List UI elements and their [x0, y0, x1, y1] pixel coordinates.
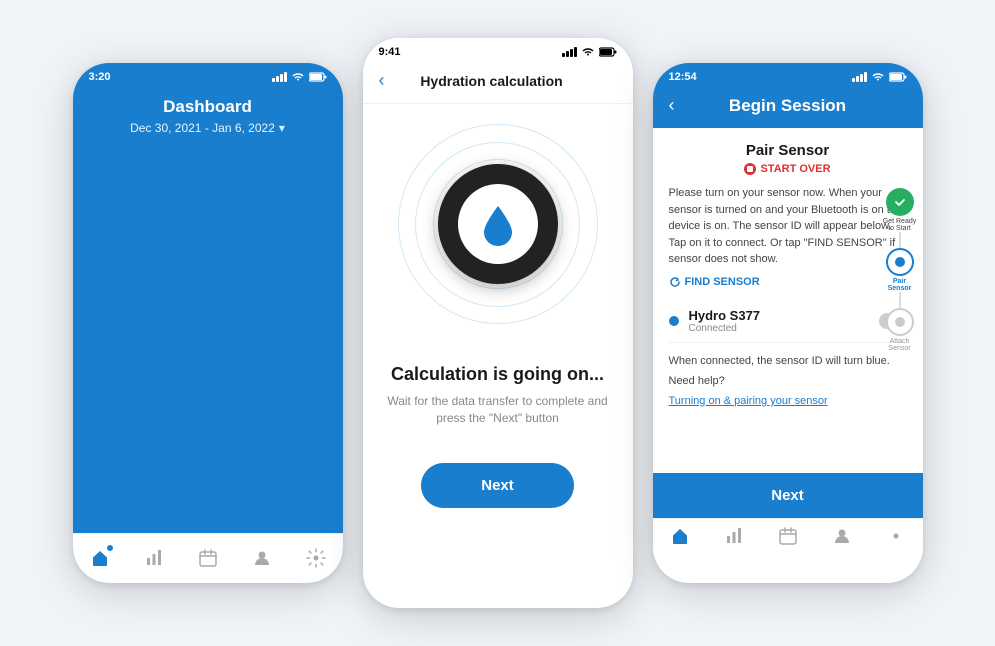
nav-chart-3[interactable]: [724, 526, 744, 551]
signal-icon: [562, 47, 577, 57]
step-line-1: [899, 232, 901, 248]
pair-sensor-title: Pair Sensor: [669, 142, 907, 159]
sensor-dot: [669, 316, 679, 326]
sensor-item[interactable]: Hydro S377 Connected: [669, 300, 907, 343]
dashboard-title: Dashboard: [89, 97, 327, 117]
connected-text: When connected, the sensor ID will turn …: [669, 353, 907, 370]
step-1-get-ready: [886, 188, 914, 216]
status-icons-2: [562, 47, 617, 57]
calculation-text: Calculation is going on... Wait for the …: [363, 364, 633, 447]
nav-person-3[interactable]: [832, 526, 852, 551]
wifi-icon: [291, 72, 305, 82]
watch-animation: [363, 104, 633, 364]
need-help-label: Need help?: [669, 375, 907, 387]
instruction-text: Please turn on your sensor now. When you…: [669, 185, 907, 268]
dashboard-header: Dashboard Dec 30, 2021 - Jan 6, 2022 ▾: [73, 87, 343, 583]
status-bar-3: 12:54: [653, 63, 923, 87]
start-over-text[interactable]: START OVER: [760, 163, 830, 175]
step-2-pair: [886, 248, 914, 276]
chevron-down-icon: ▾: [279, 121, 285, 135]
refresh-icon: [669, 276, 681, 288]
signal-icon: [852, 72, 867, 82]
bottom-nav-3: [653, 518, 923, 562]
step-2-label: Pair Sensor: [881, 278, 919, 292]
next-button-2[interactable]: Next: [421, 463, 574, 508]
phones-container: 3:20 Dashboard: [0, 8, 995, 638]
watch-inner: [458, 184, 538, 264]
time-2: 9:41: [379, 46, 401, 58]
phone-hydration: 9:41 ‹ Hydration calc: [363, 38, 633, 608]
hydration-top-bar: ‹ Hydration calculation: [363, 62, 633, 104]
wifi-icon: [871, 72, 885, 82]
next-button-3[interactable]: Next: [653, 473, 923, 518]
nav-calendar[interactable]: [197, 547, 219, 569]
watch-face: [438, 164, 558, 284]
steps-sidebar: Get Ready to Start Pair Sensor Attach Se…: [881, 188, 919, 352]
date-range[interactable]: Dec 30, 2021 - Jan 6, 2022 ▾: [89, 121, 327, 135]
step-1-label: Get Ready to Start: [881, 218, 919, 232]
begin-session-title: Begin Session: [687, 96, 889, 116]
nav-home-3[interactable]: [670, 526, 690, 551]
sensor-name: Hydro S377: [689, 308, 761, 323]
nav-settings[interactable]: [305, 547, 327, 569]
hydration-title: Hydration calculation: [420, 73, 562, 89]
time-3: 12:54: [669, 71, 697, 83]
nav-calendar-3[interactable]: [778, 526, 798, 551]
stop-icon: [744, 163, 756, 175]
status-icons-3: [852, 72, 907, 82]
water-drop-icon: [480, 202, 516, 246]
sensor-status: Connected: [689, 323, 761, 334]
time-1: 3:20: [89, 71, 111, 83]
battery-icon: [889, 72, 907, 82]
step-3-label: Attach Sensor: [881, 338, 919, 352]
calculation-heading: Calculation is going on...: [383, 364, 613, 385]
nav-chart[interactable]: [143, 547, 165, 569]
calculation-subtext: Wait for the data transfer to complete a…: [383, 393, 613, 427]
start-over-row: START OVER: [669, 163, 907, 175]
back-button-3[interactable]: ‹: [669, 95, 675, 116]
status-bar-1: 3:20: [73, 63, 343, 87]
battery-icon: [599, 47, 617, 57]
back-button[interactable]: ‹: [379, 70, 385, 91]
step-3-attach: [886, 308, 914, 336]
battery-icon: [309, 72, 327, 82]
wifi-icon: [581, 47, 595, 57]
circles: [398, 124, 598, 324]
status-icons-1: [272, 72, 327, 82]
nav-settings-3[interactable]: [886, 526, 906, 551]
phone-dashboard: 3:20 Dashboard: [73, 63, 343, 583]
nav-person[interactable]: [251, 547, 273, 569]
help-link[interactable]: Turning on & pairing your sensor: [669, 395, 828, 407]
step-line-2: [899, 292, 901, 308]
phone-begin-session: 12:54 ‹ Begin Session: [653, 63, 923, 583]
begin-session-header: ‹ Begin Session: [653, 87, 923, 128]
signal-icon: [272, 72, 287, 82]
bottom-nav: [73, 533, 343, 583]
find-sensor-link[interactable]: FIND SENSOR: [669, 276, 907, 288]
status-bar-2: 9:41: [363, 38, 633, 62]
nav-home[interactable]: [89, 547, 111, 569]
